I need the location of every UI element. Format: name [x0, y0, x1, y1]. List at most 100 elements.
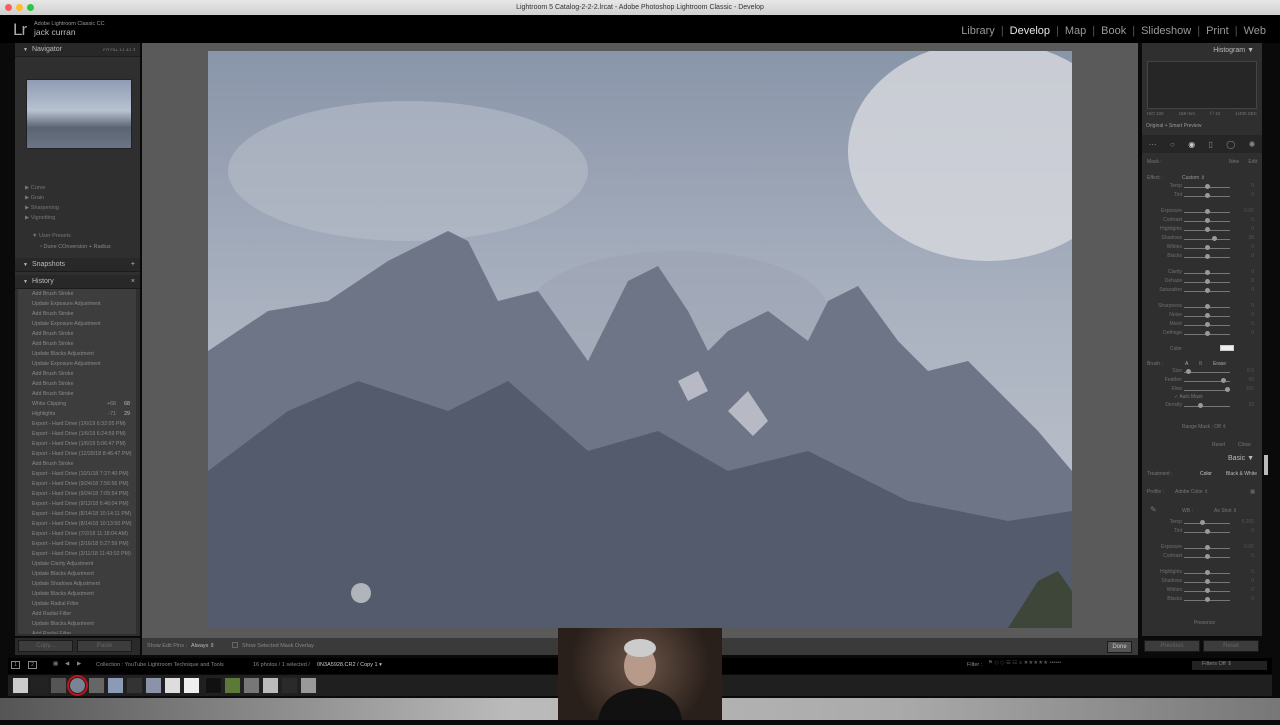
module-slideshow[interactable]: Slideshow	[1135, 25, 1197, 37]
slider-knob[interactable]	[1204, 554, 1210, 559]
preset-item[interactable]: ▫ Dune COnversion + Radius	[40, 244, 111, 250]
slider-knob[interactable]	[1197, 403, 1203, 408]
slider-knob[interactable]	[1225, 387, 1231, 392]
history-item[interactable]: Export - Hard Drive (9/24/18 7:56:56 PM)	[18, 479, 136, 489]
grid-view-icon[interactable]: ▦	[53, 661, 58, 667]
slider-value[interactable]: 0	[1251, 330, 1254, 336]
filmstrip-thumbnail[interactable]	[107, 677, 124, 694]
filmstrip-thumbnail[interactable]	[183, 677, 200, 694]
filmstrip-thumbnail[interactable]	[243, 677, 260, 694]
history-item[interactable]: Export - Hard Drive (8/14/18 10:13:50 PM…	[18, 519, 136, 529]
slider-value[interactable]: 38	[1248, 235, 1254, 241]
history-item[interactable]: Export - Hard Drive (7/2/18 11:18:04 AM)	[18, 529, 136, 539]
slider-highlights[interactable]: Highlights 0	[1142, 226, 1262, 235]
slider-whites[interactable]: Whites 0	[1142, 244, 1262, 253]
slider-value[interactable]: 0	[1251, 278, 1254, 284]
histogram-title[interactable]: Histogram ▼	[1213, 47, 1254, 54]
slider-track[interactable]	[1184, 239, 1230, 240]
panel-section-grain[interactable]: ▶ Grain	[25, 193, 137, 203]
history-item[interactable]: Export - Hard Drive (1/6/19 6:24:59 PM)	[18, 429, 136, 439]
navigator-header[interactable]: ▼ Navigator FIT FILL 1:1 4:1 ⇕	[15, 43, 140, 57]
slider-density[interactable]: Density 33	[1142, 402, 1262, 411]
flag-filter-icons[interactable]: ⚑ ◇ ◇ ☰ ☷ ≥ ★★★★★ ▪▪▪▪▪▪	[988, 660, 1061, 666]
color-swatch[interactable]	[1220, 345, 1234, 351]
slider-knob[interactable]	[1204, 270, 1210, 275]
slider-shadows[interactable]: Shadows 0	[1142, 578, 1262, 587]
history-item[interactable]: Update Exposure Adjustment	[18, 359, 136, 369]
filmstrip-thumbnail[interactable]	[164, 677, 181, 694]
slider-knob[interactable]	[1204, 209, 1210, 214]
wb-eyedropper-icon[interactable]: ✎	[1150, 505, 1157, 514]
slider-track[interactable]	[1184, 390, 1230, 391]
slider-knob[interactable]	[1199, 520, 1205, 525]
filmstrip-thumbnail[interactable]	[300, 677, 317, 694]
slider-knob[interactable]	[1204, 193, 1210, 198]
history-item[interactable]: Export - Hard Drive (9/12/18 6:46:04 PM)	[18, 499, 136, 509]
second-window-button[interactable]: 2	[28, 661, 38, 669]
module-book[interactable]: Book	[1095, 25, 1132, 37]
slider-contrast[interactable]: Contrast 0	[1142, 553, 1262, 562]
history-item[interactable]: Export - Hard Drive (8/14/18 10:14:11 PM…	[18, 509, 136, 519]
slider-exposure[interactable]: Exposure 0.00	[1142, 208, 1262, 217]
slider-noise[interactable]: Noise 0	[1142, 312, 1262, 321]
history-item[interactable]: Add Brush Stroke	[18, 329, 136, 339]
slider-value[interactable]: 0	[1251, 303, 1254, 309]
panel-section-curve[interactable]: ▶ Curve	[25, 183, 137, 193]
edit-pins-select[interactable]: Always ⇕	[191, 643, 215, 649]
filmstrip-thumbnail[interactable]	[67, 675, 88, 696]
filmstrip-thumbnail[interactable]	[31, 677, 48, 694]
brush-erase-tab[interactable]: Erase	[1213, 361, 1226, 367]
history-item[interactable]: Update Blacks Adjustment	[18, 619, 136, 629]
history-item[interactable]: Update Blacks Adjustment	[18, 349, 136, 359]
slider-whites[interactable]: Whites 0	[1142, 587, 1262, 596]
slider-track[interactable]	[1184, 406, 1230, 407]
history-item[interactable]: Export - Hard Drive (1/6/19 6:32:05 PM)	[18, 419, 136, 429]
slider-defringe[interactable]: Defringe 0	[1142, 330, 1262, 339]
history-item[interactable]: Add Brush Stroke	[18, 289, 136, 299]
filmstrip-thumbnail[interactable]	[224, 677, 241, 694]
history-item[interactable]: Add Radial Filter	[18, 609, 136, 619]
slider-knob[interactable]	[1204, 545, 1210, 550]
slider-value[interactable]: 0	[1251, 253, 1254, 259]
slider-knob[interactable]	[1204, 529, 1210, 534]
history-item[interactable]: Add Brush Stroke	[18, 369, 136, 379]
mask-overlay-checkbox[interactable]	[232, 642, 238, 648]
slider-knob[interactable]	[1204, 279, 1210, 284]
slider-value[interactable]: 5,200	[1241, 519, 1254, 525]
panel-section-vignetting[interactable]: ▶ Vignetting	[25, 213, 137, 223]
add-snapshot-icon[interactable]: +	[131, 258, 135, 272]
slider-value[interactable]: 0.00	[1244, 544, 1254, 550]
history-item[interactable]: Update Radial Filter	[18, 599, 136, 609]
slider-value[interactable]: 0	[1251, 553, 1254, 559]
profile-select[interactable]: Adobe Color ⇕	[1175, 489, 1208, 495]
slider-sharpness[interactable]: Sharpness 0	[1142, 303, 1262, 312]
slider-tint[interactable]: Tint 0	[1142, 192, 1262, 201]
right-panel-scrollbar[interactable]	[1264, 455, 1268, 475]
filmstrip-thumbnail[interactable]	[126, 677, 143, 694]
spot-removal-icon[interactable]: ○	[1170, 140, 1175, 149]
slider-value[interactable]: 0	[1251, 269, 1254, 275]
slider-shadows[interactable]: Shadows 38	[1142, 235, 1262, 244]
maximize-window-button[interactable]	[27, 4, 34, 11]
crop-tool-icon[interactable]: ⋯	[1149, 140, 1157, 149]
local-reset-button[interactable]: Reset	[1212, 442, 1225, 448]
slider-knob[interactable]	[1204, 245, 1210, 250]
history-item[interactable]: Update Blacks Adjustment	[18, 589, 136, 599]
history-item[interactable]: Add Brush Stroke	[18, 339, 136, 349]
history-item[interactable]: Export - Hard Drive (1/6/19 5:06:47 PM)	[18, 439, 136, 449]
photo-preview[interactable]	[208, 51, 1072, 628]
filmstrip-thumbnail[interactable]	[281, 677, 298, 694]
reset-button[interactable]: Reset	[1203, 640, 1259, 652]
slider-value[interactable]: 33	[1248, 402, 1254, 408]
slider-value[interactable]: 0	[1251, 596, 1254, 602]
slider-knob[interactable]	[1220, 378, 1226, 383]
slider-knob[interactable]	[1204, 218, 1210, 223]
slider-track[interactable]	[1184, 523, 1230, 524]
effect-select[interactable]: Custom ⇕	[1182, 175, 1205, 181]
slider-temp[interactable]: Temp 5,200	[1142, 519, 1262, 528]
slider-value[interactable]: 0.00	[1244, 208, 1254, 214]
slider-value[interactable]: 0	[1251, 226, 1254, 232]
wb-select[interactable]: As Shot ⇕	[1214, 508, 1237, 514]
history-item[interactable]: Export - Hard Drive (9/24/18 7:05:54 PM)	[18, 489, 136, 499]
slider-blacks[interactable]: Blacks 0	[1142, 253, 1262, 262]
